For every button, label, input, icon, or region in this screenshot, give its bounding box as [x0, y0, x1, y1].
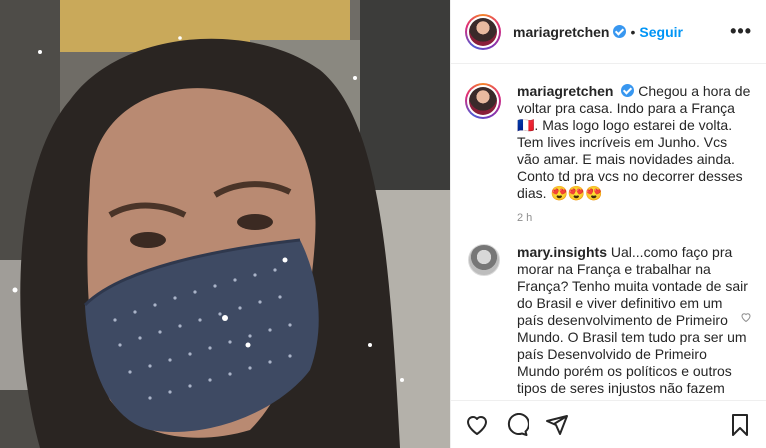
- post-timestamp[interactable]: 2 h: [517, 212, 766, 224]
- commenter-username[interactable]: mary.insights: [517, 244, 607, 260]
- verified-badge-icon: [621, 84, 635, 97]
- comment-text-block: mary.insights Ual...como faço pra morar …: [517, 244, 752, 400]
- woman-with-face-mask-photo: [0, 0, 450, 448]
- bookmark-icon[interactable]: [728, 413, 752, 437]
- post-side-panel: mariagretchen • Seguir ••• mariagretchen…: [450, 0, 766, 448]
- share-icon[interactable]: [545, 413, 569, 437]
- follow-button[interactable]: Seguir: [639, 24, 683, 40]
- author-avatar[interactable]: [465, 13, 501, 50]
- caption-username[interactable]: mariagretchen: [517, 83, 613, 99]
- more-options-icon[interactable]: •••: [730, 21, 752, 42]
- like-comment-heart-icon[interactable]: [740, 311, 752, 323]
- separator-dot: •: [630, 23, 636, 40]
- post-photo[interactable]: [0, 0, 450, 448]
- avatar-image: [469, 17, 497, 46]
- post-header: mariagretchen • Seguir •••: [451, 0, 766, 64]
- comment-text: Ual...como faço pra morar na França e tr…: [517, 244, 748, 400]
- comment-icon[interactable]: [505, 412, 529, 437]
- commenter-avatar[interactable]: [468, 244, 500, 276]
- caption-text-block: mariagretchen Chegou a hora de voltar pr…: [517, 83, 752, 202]
- caption-text: Chegou a hora de voltar pra casa. Indo p…: [517, 83, 751, 201]
- avatar-image: [469, 87, 497, 115]
- author-username[interactable]: mariagretchen: [513, 24, 609, 40]
- verified-badge-icon: [613, 25, 627, 38]
- caption: mariagretchen Chegou a hora de voltar pr…: [451, 65, 766, 202]
- comments-section[interactable]: mariagretchen Chegou a hora de voltar pr…: [451, 65, 766, 400]
- post-actions: [451, 400, 766, 448]
- comment-item: mary.insights Ual...como faço pra morar …: [451, 224, 766, 400]
- caption-avatar[interactable]: [465, 83, 501, 119]
- heart-icon[interactable]: [465, 413, 489, 437]
